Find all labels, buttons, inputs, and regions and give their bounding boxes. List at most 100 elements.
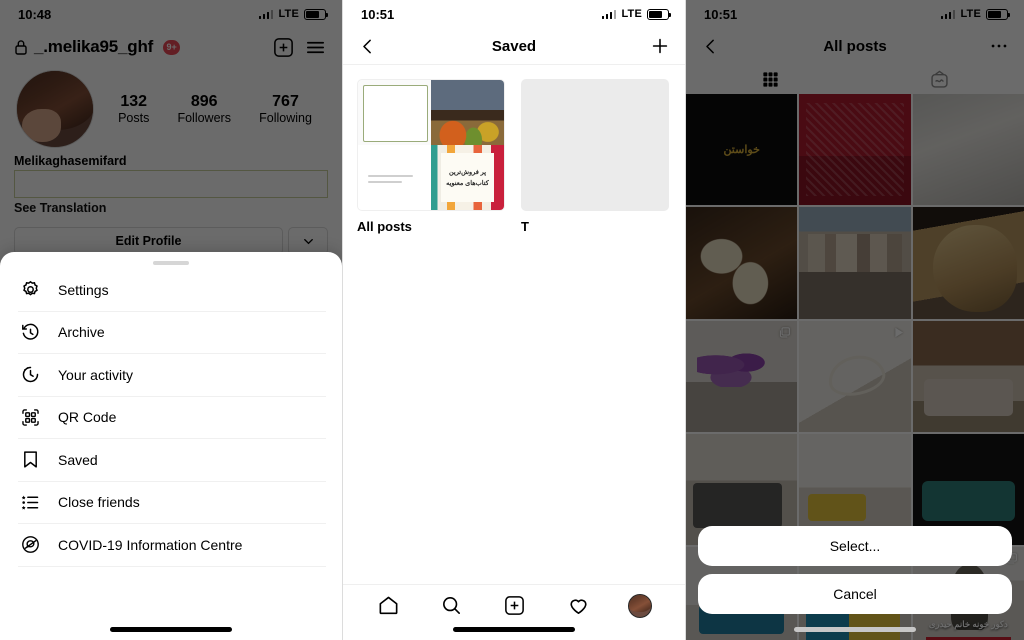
menu-label: Saved bbox=[58, 451, 98, 468]
notification-badge: 9+ bbox=[163, 39, 181, 55]
archive-clock-back-icon bbox=[18, 320, 42, 344]
signal-bars-icon bbox=[258, 9, 274, 19]
network-label: LTE bbox=[960, 8, 981, 20]
signal-bars-icon bbox=[940, 9, 956, 19]
menu-item-your-activity[interactable]: Your activity bbox=[18, 354, 326, 397]
menu-item-close-friends[interactable]: Close friends bbox=[18, 482, 326, 524]
post-thumbnail bbox=[686, 207, 798, 319]
heart-activity-icon[interactable] bbox=[565, 593, 591, 619]
post-khastan[interactable]: خواستن bbox=[686, 94, 798, 206]
network-label: LTE bbox=[621, 8, 642, 20]
stat-followers[interactable]: 896 Followers bbox=[177, 93, 231, 125]
post-caption-text: خواستن bbox=[723, 144, 760, 157]
post-carpet[interactable] bbox=[799, 94, 911, 206]
hamburger-menu-icon[interactable] bbox=[302, 34, 328, 60]
activity-dot bbox=[638, 617, 642, 618]
stat-posts[interactable]: 132 Posts bbox=[118, 93, 149, 125]
chevron-down-icon[interactable] bbox=[288, 227, 328, 255]
battery-icon bbox=[986, 8, 1011, 20]
stat-followers-label: Followers bbox=[177, 111, 231, 126]
bio-text-redacted bbox=[14, 170, 328, 198]
home-icon[interactable] bbox=[376, 593, 402, 619]
post-rice-dish[interactable] bbox=[686, 207, 798, 319]
back-chevron-icon[interactable] bbox=[357, 36, 378, 57]
menu-label: COVID-19 Information Centre bbox=[58, 536, 243, 553]
close-friends-list-icon bbox=[18, 490, 42, 514]
profile-action-row: Edit Profile bbox=[0, 215, 342, 255]
post-thumbnail bbox=[912, 207, 1024, 319]
saved-page-title: Saved bbox=[491, 37, 537, 55]
status-bar: 10:51 LTE bbox=[686, 0, 1024, 28]
igtv-icon[interactable] bbox=[855, 64, 1024, 94]
stat-posts-value: 132 bbox=[120, 92, 148, 110]
menu-item-covid-info-centre[interactable]: COVID-19 Information Centre bbox=[18, 524, 326, 567]
battery-icon bbox=[304, 8, 329, 20]
post-blonde-hair[interactable] bbox=[912, 207, 1024, 319]
battery-icon bbox=[647, 8, 672, 20]
post-marble[interactable] bbox=[912, 94, 1024, 206]
stat-following-value: 767 bbox=[272, 92, 299, 110]
covid-info-icon bbox=[18, 533, 42, 557]
menu-item-qr-code[interactable]: QR Code bbox=[18, 397, 326, 439]
all-posts-navbar: All posts bbox=[686, 28, 1024, 64]
add-post-icon[interactable] bbox=[270, 34, 296, 60]
thumb-tile-document bbox=[363, 85, 428, 142]
home-indicator bbox=[110, 627, 232, 632]
back-chevron-icon[interactable] bbox=[700, 36, 721, 57]
three-phone-screenshots: 10:48 LTE _.melika95_ghf 9+ 132 Posts 89… bbox=[0, 0, 1024, 640]
menu-label: Settings bbox=[58, 281, 109, 298]
menu-item-archive[interactable]: Archive bbox=[18, 312, 326, 354]
post-purple-jars[interactable] bbox=[686, 320, 798, 433]
more-options-icon[interactable] bbox=[988, 35, 1010, 57]
collection-label: All posts bbox=[357, 219, 412, 234]
menu-label: Close friends bbox=[58, 494, 140, 511]
add-post-icon[interactable] bbox=[502, 593, 528, 619]
see-translation-link[interactable]: See Translation bbox=[14, 201, 328, 215]
profile-stats-row: 132 Posts 896 Followers 767 Following bbox=[0, 62, 342, 148]
stat-posts-label: Posts bbox=[118, 111, 150, 126]
stat-following[interactable]: 767 Following bbox=[259, 93, 312, 125]
profile-username[interactable]: _.melika95_ghf bbox=[34, 37, 153, 57]
post-thumbnail bbox=[799, 207, 911, 319]
post-infinity-lamp[interactable] bbox=[799, 320, 911, 433]
thumb-tile-book: پر فروش‌ترین کتاب‌های معنویه bbox=[431, 145, 504, 210]
menu-item-settings[interactable]: Settings bbox=[18, 269, 326, 312]
all-posts-page-title: All posts bbox=[823, 37, 887, 55]
status-time: 10:51 bbox=[704, 6, 738, 22]
collection-thumbnail-empty bbox=[521, 79, 669, 211]
phone-screen-all-posts: 10:51 LTE All posts خواستن دکور خونه خان… bbox=[686, 0, 1024, 640]
new-collection-plus-icon[interactable] bbox=[649, 35, 671, 57]
thumb-tile-document-2 bbox=[358, 145, 431, 210]
post-city-view[interactable] bbox=[799, 207, 911, 319]
status-bar: 10:51 LTE bbox=[343, 0, 685, 28]
post-brick-sofa[interactable] bbox=[912, 320, 1024, 433]
collection-all-posts[interactable]: پر فروش‌ترین کتاب‌های معنویه All posts bbox=[357, 79, 505, 234]
network-label: LTE bbox=[278, 8, 299, 20]
bookmark-saved-icon bbox=[18, 448, 42, 472]
search-icon[interactable] bbox=[439, 593, 465, 619]
status-time: 10:51 bbox=[361, 6, 395, 22]
post-thumbnail bbox=[912, 94, 1024, 206]
action-sheet: Select... Cancel bbox=[698, 526, 1012, 614]
view-mode-tabs bbox=[686, 64, 1024, 94]
stat-followers-value: 896 bbox=[190, 92, 218, 110]
post-thumbnail bbox=[912, 320, 1024, 433]
cancel-button[interactable]: Cancel bbox=[698, 574, 1012, 614]
select-button[interactable]: Select... bbox=[698, 526, 1012, 566]
post-overlay-caption: دکور خونه خانم حیدری bbox=[928, 618, 1008, 629]
avatar-face bbox=[21, 109, 62, 143]
grid-view-icon[interactable] bbox=[686, 64, 855, 94]
stat-following-label: Following bbox=[259, 111, 312, 126]
profile-bio: Melikaghasemifard See Translation bbox=[0, 148, 342, 215]
sheet-grabber[interactable] bbox=[153, 261, 189, 265]
profile-avatar[interactable] bbox=[16, 70, 94, 148]
edit-profile-button[interactable]: Edit Profile bbox=[14, 227, 283, 255]
book-cover-text: پر فروش‌ترین کتاب‌های معنویه bbox=[441, 152, 494, 203]
profile-avatar-icon[interactable] bbox=[628, 593, 653, 618]
menu-label: Archive bbox=[58, 324, 105, 341]
menu-item-saved[interactable]: Saved bbox=[18, 439, 326, 482]
status-time: 10:48 bbox=[18, 6, 52, 22]
menu-label: Your activity bbox=[58, 366, 133, 383]
stat-group: 132 Posts 896 Followers 767 Following bbox=[94, 93, 326, 125]
collection-t[interactable]: T bbox=[521, 79, 669, 234]
